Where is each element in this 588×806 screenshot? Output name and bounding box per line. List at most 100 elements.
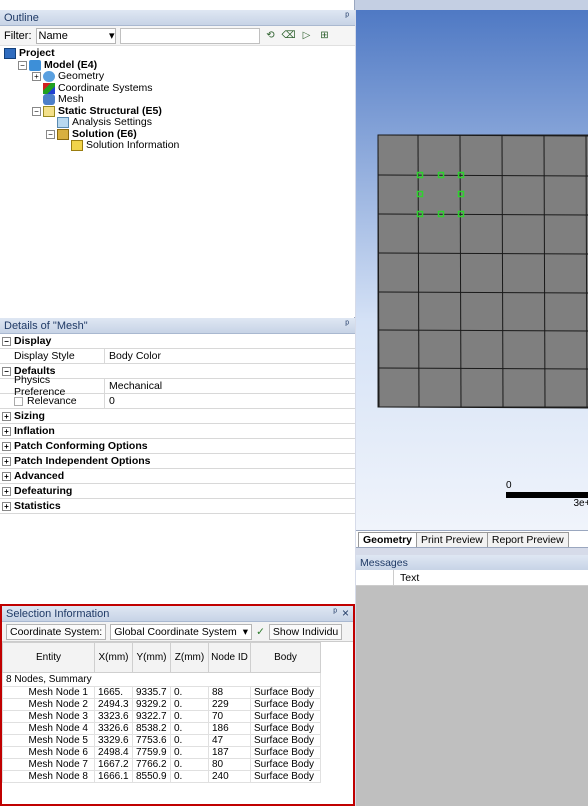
pin-icon[interactable]: ᵖ [345, 11, 349, 22]
pin-icon[interactable]: ᵖ [333, 607, 337, 618]
expand-icon[interactable]: + [2, 471, 11, 481]
details-property-key-label: Relevance [27, 395, 77, 407]
filter-input[interactable] [119, 27, 260, 44]
details-property[interactable]: Relevance 0 [0, 394, 355, 409]
details-property-value[interactable]: Mechanical [105, 380, 162, 392]
table-cell: 0. [170, 770, 209, 783]
expand-icon[interactable]: + [2, 486, 11, 496]
table-cell: 229 [208, 698, 251, 711]
table-row[interactable]: Mesh Node 5 3329.6 7753.6 0. 47 Surface Body [2, 734, 321, 747]
table-row[interactable]: Mesh Node 8 1666.1 8550.9 0. 240 Surface Body [2, 770, 321, 783]
tree-item[interactable]: Solution Information [4, 139, 351, 152]
details-category[interactable]: + Statistics [0, 499, 355, 514]
details-category[interactable]: + Patch Conforming Options [0, 439, 355, 454]
table-cell: Surface Body [250, 686, 321, 699]
table-cell: Surface Body [250, 710, 321, 723]
details-property-value[interactable]: Body Color [105, 350, 161, 362]
tree-item[interactable]: − Model (E4) [4, 59, 351, 72]
details-category[interactable]: + Inflation [0, 424, 355, 439]
tree-item[interactable]: − Static Structural (E5) [4, 105, 351, 118]
table-cell: Surface Body [250, 770, 321, 783]
parameter-checkbox[interactable] [14, 396, 23, 406]
graphics-viewport[interactable]: 0 3e+0 [356, 10, 588, 530]
clear-filter-icon[interactable]: ⌫ [282, 29, 296, 43]
collapse-icon[interactable]: − [46, 129, 55, 139]
refresh-filter-icon[interactable]: ⟲ [264, 29, 278, 43]
tree-item[interactable]: Project [4, 47, 351, 60]
tab-print-preview[interactable]: Print Preview [416, 532, 488, 547]
expand-icon[interactable]: + [2, 441, 11, 451]
table-row[interactable]: Mesh Node 6 2498.4 7759.9 0. 187 Surface Body [2, 746, 321, 759]
show-individual-button[interactable]: Show Individu [268, 623, 343, 640]
details-property[interactable]: Display Style Body Color [0, 349, 355, 364]
outline-panel: Outline ᵖ Filter: Name ▾ ⟲ ⌫ ▷ ⊞ Project… [0, 10, 355, 317]
coordinate-system-label: Coordinate System: [6, 623, 107, 640]
details-category-label: Defeaturing [14, 485, 73, 497]
tree-item[interactable]: + Geometry [4, 70, 351, 83]
table-cell: 7753.6 [132, 734, 171, 747]
table-cell: Surface Body [250, 722, 321, 735]
pin-icon[interactable]: ᵖ [345, 319, 349, 330]
selection-information-panel: Selection Information ᵖ × Coordinate Sys… [0, 604, 355, 806]
table-cell: 9329.2 [132, 698, 171, 711]
column-header[interactable]: Entity [2, 642, 95, 673]
column-header[interactable]: X(mm) [94, 642, 133, 673]
table-row[interactable]: Mesh Node 1 1665. 9335.7 0. 88 Surface Body [2, 686, 321, 699]
messages-header: Text [356, 570, 588, 586]
table-cell: 187 [208, 746, 251, 759]
filter-dropdown[interactable]: Name ▾ [35, 27, 116, 44]
expand-icon[interactable]: + [2, 501, 11, 511]
tree-item[interactable]: Mesh [4, 93, 351, 106]
expand-icon[interactable]: + [32, 72, 41, 82]
tab-geometry[interactable]: Geometry [358, 532, 418, 547]
details-property-value[interactable]: 0 [105, 395, 115, 407]
expand-icon[interactable]: ▷ [300, 29, 314, 43]
table-cell: 2498.4 [94, 746, 133, 759]
table-row[interactable]: Mesh Node 4 3326.6 8538.2 0. 186 Surface Body [2, 722, 321, 735]
table-row[interactable]: Mesh Node 7 1667.2 7766.2 0. 80 Surface Body [2, 758, 321, 771]
tree-item[interactable]: Coordinate Systems [4, 82, 351, 95]
details-category[interactable]: + Defeaturing [0, 484, 355, 499]
tree-item[interactable]: Analysis Settings [4, 116, 351, 129]
expand-all-icon[interactable]: ⊞ [318, 29, 332, 43]
collapse-icon[interactable]: − [2, 336, 11, 346]
expand-icon[interactable]: + [2, 426, 11, 436]
scale-bar-end: 3e+0 [573, 498, 588, 509]
analysis-settings-icon [57, 117, 69, 129]
collapse-icon[interactable]: − [2, 366, 11, 376]
scale-bar-zero: 0 [506, 480, 512, 491]
selection-toolbar: Coordinate System: Global Coordinate Sys… [2, 622, 353, 642]
summary-row[interactable]: 8 Nodes, Summary [2, 672, 321, 687]
table-cell: 9322.7 [132, 710, 171, 723]
details-property[interactable]: Physics Preference Mechanical [0, 374, 355, 398]
details-category-label: Patch Independent Options [14, 455, 151, 467]
table-row[interactable]: Mesh Node 2 2494.3 9329.2 0. 229 Surface Body [2, 698, 321, 711]
mesh-view[interactable] [356, 10, 588, 530]
table-cell: Surface Body [250, 758, 321, 771]
expand-icon[interactable]: + [2, 411, 11, 421]
column-header[interactable]: Node ID [208, 642, 251, 673]
column-header[interactable]: Body [250, 642, 321, 673]
details-category[interactable]: + Patch Independent Options [0, 454, 355, 469]
table-row[interactable]: Mesh Node 3 3323.6 9322.7 0. 70 Surface Body [2, 710, 321, 723]
messages-col-text: Text [400, 571, 420, 584]
table-cell: 1666.1 [94, 770, 133, 783]
column-header[interactable]: Y(mm) [132, 642, 171, 673]
table-cell: 0. [170, 698, 209, 711]
coordinate-system-dropdown[interactable]: Global Coordinate System ▾ [110, 623, 253, 640]
column-header[interactable]: Z(mm) [170, 642, 209, 673]
details-category[interactable]: + Sizing [0, 409, 355, 424]
expand-icon[interactable]: + [2, 456, 11, 466]
details-category[interactable]: + Advanced [0, 469, 355, 484]
details-category[interactable]: − Display [0, 334, 355, 349]
outline-tree: Project − Model (E4) + Geometry Coordinate Sy… [0, 46, 355, 154]
collapse-icon[interactable]: − [32, 106, 41, 116]
solution-information-icon [71, 140, 83, 152]
static-structural-icon [43, 105, 55, 117]
check-icon[interactable]: ✓ [256, 626, 265, 638]
tab-report-preview[interactable]: Report Preview [486, 532, 569, 547]
table-cell: 0. [170, 710, 209, 723]
close-icon[interactable]: × [342, 606, 349, 620]
table-header-row: Entity X(mm) Y(mm) Z(mm) Node ID Body [2, 642, 321, 673]
collapse-icon[interactable]: − [18, 60, 27, 70]
